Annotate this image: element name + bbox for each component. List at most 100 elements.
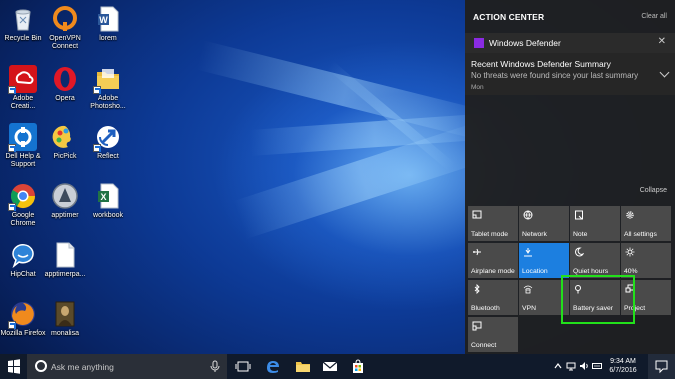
desktop-icon-adobe-cc[interactable]: Adobe Creati... xyxy=(0,65,46,111)
tile-label: Location xyxy=(522,268,548,275)
task-view-icon[interactable] xyxy=(235,359,251,374)
firefox-icon xyxy=(8,300,37,329)
close-icon[interactable]: ✕ xyxy=(658,36,666,47)
dell-help-icon xyxy=(8,123,37,152)
tile-label: Connect xyxy=(471,342,497,349)
desktop-icon-label: Recycle Bin xyxy=(4,35,42,42)
vpn-icon xyxy=(523,284,533,294)
desktop-icon-hipchat[interactable]: HipChat xyxy=(0,241,46,279)
tile-quiet-hours[interactable]: Quiet hours xyxy=(570,243,620,278)
notification-icon xyxy=(655,360,668,374)
location-icon xyxy=(523,247,533,257)
shortcut-arrow-icon xyxy=(93,144,101,152)
desktop-icon-apptimer[interactable]: apptimer xyxy=(42,182,88,220)
bluetooth-icon xyxy=(472,284,482,294)
desktop-icon-monalisa[interactable]: monalisa xyxy=(42,300,88,338)
openvpn-icon xyxy=(51,5,79,33)
desktop-icon-openvpn[interactable]: OpenVPN Connect xyxy=(42,5,88,51)
desktop-icon-picpick[interactable]: PicPick xyxy=(42,123,88,161)
chevron-up-icon[interactable] xyxy=(553,361,563,371)
desktop-icon-label: apptimerpa... xyxy=(44,271,86,278)
tile-tablet-mode[interactable]: Tablet mode xyxy=(468,206,518,241)
desktop-icon-opera[interactable]: Opera xyxy=(42,65,88,103)
airplane-icon xyxy=(472,247,482,257)
action-center-button[interactable] xyxy=(648,354,675,379)
volume-icon[interactable] xyxy=(579,361,589,371)
chrome-icon xyxy=(8,182,37,211)
desktop-icon-apptimerpa[interactable]: apptimerpa... xyxy=(42,241,88,279)
tile-connect[interactable]: Connect xyxy=(468,317,518,352)
clear-all-link[interactable]: Clear all xyxy=(641,13,667,20)
hipchat-icon xyxy=(9,241,37,269)
search-box[interactable] xyxy=(27,354,227,379)
keyboard-icon[interactable] xyxy=(592,361,602,371)
desktop-icon-dell-help[interactable]: Dell Help & Support xyxy=(0,123,46,169)
cortana-icon[interactable] xyxy=(35,360,47,372)
word-document-icon: W xyxy=(94,5,122,33)
desktop-icon-recycle-bin[interactable]: Recycle Bin xyxy=(0,5,46,43)
tile-location[interactable]: Location xyxy=(519,243,569,278)
chevron-down-icon[interactable] xyxy=(659,67,670,78)
tile-note[interactable]: Note xyxy=(570,206,620,241)
tile-bluetooth[interactable]: Bluetooth xyxy=(468,280,518,315)
notification-title: Recent Windows Defender Summary xyxy=(471,59,611,69)
desktop-icon-label: Reflect xyxy=(97,153,119,160)
network-icon xyxy=(523,210,533,220)
microphone-icon[interactable] xyxy=(209,360,221,373)
reflect-icon xyxy=(93,123,122,152)
search-input[interactable] xyxy=(51,354,201,379)
desktop-icon-label: Adobe Photosho... xyxy=(90,95,126,110)
file-explorer-icon[interactable] xyxy=(295,359,311,374)
folder-icon xyxy=(93,65,122,94)
network-tray-icon[interactable] xyxy=(566,361,576,371)
desktop-icon-label: Google Chrome xyxy=(10,212,36,227)
clock[interactable]: 9:34 AM 6/7/2016 xyxy=(603,357,643,375)
clock-time: 9:34 AM xyxy=(610,358,636,365)
notification-time: Mon xyxy=(471,84,484,91)
tile-label: VPN xyxy=(522,305,536,312)
tile-all-settings[interactable]: All settings xyxy=(621,206,671,241)
shortcut-arrow-icon xyxy=(8,203,16,211)
tile-label: Note xyxy=(573,231,588,238)
tile-network[interactable]: Network xyxy=(519,206,569,241)
desktop-icon-label: workbook xyxy=(93,212,123,219)
tile-label: 40% xyxy=(624,268,638,275)
desktop-icon-label: monalisa xyxy=(50,330,79,337)
desktop-icon-lorem[interactable]: W lorem xyxy=(85,5,131,43)
store-icon[interactable] xyxy=(350,359,366,374)
shortcut-arrow-icon xyxy=(8,321,16,329)
windows-logo-icon xyxy=(8,359,20,374)
desktop-icon-workbook[interactable]: X workbook xyxy=(85,182,131,220)
opera-icon xyxy=(51,65,79,93)
collapse-link[interactable]: Collapse xyxy=(640,187,667,194)
desktop-icon-label: OpenVPN Connect xyxy=(49,35,81,50)
brightness-icon xyxy=(625,247,635,257)
tile-airplane-mode[interactable]: Airplane mode xyxy=(468,243,518,278)
notification-group-header[interactable]: Windows Defender ✕ xyxy=(465,33,675,53)
desktop-icon-reflect[interactable]: Reflect xyxy=(85,123,131,161)
blank-document-icon xyxy=(51,241,79,269)
shortcut-arrow-icon xyxy=(93,86,101,94)
tile-label: Airplane mode xyxy=(471,268,515,275)
start-button[interactable] xyxy=(0,354,27,379)
desktop-icon-photoshop-folder[interactable]: Adobe Photosho... xyxy=(85,65,131,111)
edge-browser-icon[interactable] xyxy=(265,359,281,374)
note-icon xyxy=(574,210,584,220)
adobe-creative-cloud-icon xyxy=(8,65,37,94)
desktop-icon-label: lorem xyxy=(99,35,117,42)
notification-text: No threats were found since your last su… xyxy=(471,71,639,80)
action-center-title: ACTION CENTER xyxy=(473,12,545,22)
windows-defender-icon xyxy=(474,38,484,48)
notification-card[interactable]: Recent Windows Defender Summary No threa… xyxy=(465,53,675,95)
tile-brightness[interactable]: 40% xyxy=(621,243,671,278)
desktop-icon-chrome[interactable]: Google Chrome xyxy=(0,182,46,228)
mail-icon[interactable] xyxy=(322,359,338,374)
desktop-icon-label: Adobe Creati... xyxy=(10,95,36,110)
desktop-icon-label: Opera xyxy=(55,95,75,102)
tablet-mode-icon xyxy=(472,210,482,220)
tile-label: Bluetooth xyxy=(471,305,500,312)
desktop-icon-label: HipChat xyxy=(10,271,36,278)
desktop-icon-firefox[interactable]: Mozilla Firefox xyxy=(0,300,46,338)
tile-label: All settings xyxy=(624,231,657,238)
clock-date: 6/7/2016 xyxy=(609,367,637,374)
